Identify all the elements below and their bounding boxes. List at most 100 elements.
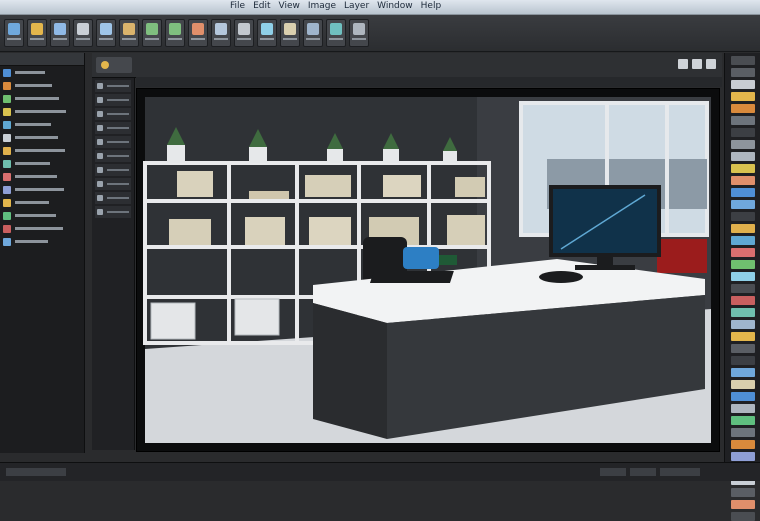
dock-tool-button[interactable]: [731, 416, 755, 425]
toolbar-button-zoom[interactable]: [257, 19, 277, 47]
list-item[interactable]: [0, 118, 84, 131]
toolbar-button-undo[interactable]: [142, 19, 162, 47]
list-item[interactable]: [0, 79, 84, 92]
dock-tool-button[interactable]: [731, 68, 755, 77]
dock-tool-button[interactable]: [731, 236, 755, 245]
list-item[interactable]: [0, 222, 84, 235]
toolbar-button-copy[interactable]: [96, 19, 116, 47]
toolbar-button-label: [99, 38, 113, 40]
list-item[interactable]: [0, 196, 84, 209]
dock-tool-button[interactable]: [731, 368, 755, 377]
list-item[interactable]: [0, 183, 84, 196]
list-item[interactable]: [0, 209, 84, 222]
dock-tool-button[interactable]: [731, 500, 755, 509]
toolbar-button-save[interactable]: [50, 19, 70, 47]
dock-tool-button[interactable]: [731, 332, 755, 341]
toolbar-button-folder[interactable]: [27, 19, 47, 47]
menu-item-window[interactable]: Window: [377, 1, 413, 11]
dock-tool-button[interactable]: [731, 452, 755, 461]
toolbar-button-image[interactable]: [326, 19, 346, 47]
canvas-viewport[interactable]: [136, 88, 720, 452]
toolbar-button-document[interactable]: [4, 19, 24, 47]
toolbar-button-settings[interactable]: [349, 19, 369, 47]
document-tab[interactable]: [96, 57, 132, 73]
menu-item-view[interactable]: View: [279, 1, 300, 11]
dock-tool-button[interactable]: [731, 188, 755, 197]
dock-tool-button[interactable]: [731, 344, 755, 353]
tool-item[interactable]: [95, 150, 131, 162]
menu-item-file[interactable]: File: [230, 1, 245, 11]
dock-tool-button[interactable]: [731, 356, 755, 365]
toolbar-button-select[interactable]: [211, 19, 231, 47]
list-item[interactable]: [0, 170, 84, 183]
dock-tool-button[interactable]: [731, 512, 755, 521]
menu-item-help[interactable]: Help: [421, 1, 442, 11]
tool-item[interactable]: [95, 108, 131, 120]
toolbar-button-brush[interactable]: [188, 19, 208, 47]
list-item[interactable]: [0, 157, 84, 170]
tool-item[interactable]: [95, 94, 131, 106]
dock-tool-button[interactable]: [731, 380, 755, 389]
dock-tool-button[interactable]: [731, 92, 755, 101]
menu-item-image[interactable]: Image: [308, 1, 336, 11]
save-icon: [54, 23, 66, 35]
image-icon: [3, 159, 11, 168]
toolbar-button-layers[interactable]: [303, 19, 323, 47]
dock-tool-button[interactable]: [731, 320, 755, 329]
dock-tool-button[interactable]: [731, 248, 755, 257]
tool-item[interactable]: [95, 136, 131, 148]
dock-tool-button[interactable]: [731, 488, 755, 497]
list-item[interactable]: [0, 131, 84, 144]
tool-item[interactable]: [95, 206, 131, 218]
dock-tool-button[interactable]: [731, 296, 755, 305]
dock-tool-button[interactable]: [731, 128, 755, 137]
menu-item-layer[interactable]: Layer: [344, 1, 369, 11]
dock-tool-button[interactable]: [731, 428, 755, 437]
toolbar-button-hand[interactable]: [280, 19, 300, 47]
tool-item[interactable]: [95, 80, 131, 92]
dock-tool-button[interactable]: [731, 152, 755, 161]
toolbar-button-cut[interactable]: [73, 19, 93, 47]
dock-tool-button[interactable]: [731, 284, 755, 293]
dock-tool-button[interactable]: [731, 392, 755, 401]
window-controls: [678, 59, 716, 69]
list-item[interactable]: [0, 105, 84, 118]
tool-icon: [97, 181, 103, 187]
dock-tool-button[interactable]: [731, 440, 755, 449]
close-icon[interactable]: [706, 59, 716, 69]
dock-tool-button[interactable]: [731, 308, 755, 317]
toolbar-button-redo[interactable]: [165, 19, 185, 47]
tool-label: [107, 183, 129, 185]
list-item[interactable]: [0, 92, 84, 105]
dock-tool-button[interactable]: [731, 140, 755, 149]
dock-tool-button[interactable]: [731, 260, 755, 269]
toolbar-button-paste[interactable]: [119, 19, 139, 47]
tool-item[interactable]: [95, 164, 131, 176]
dock-tool-button[interactable]: [731, 404, 755, 413]
toolbar-button-crop[interactable]: [234, 19, 254, 47]
dock-tool-button[interactable]: [731, 164, 755, 173]
tool-label: [107, 127, 129, 129]
dock-tool-button[interactable]: [731, 80, 755, 89]
dock-tool-button[interactable]: [731, 200, 755, 209]
list-item[interactable]: [0, 235, 84, 248]
dock-tool-button[interactable]: [731, 176, 755, 185]
dock-tool-button[interactable]: [731, 212, 755, 221]
dock-tool-button[interactable]: [731, 272, 755, 281]
dock-tool-button[interactable]: [731, 116, 755, 125]
list-item-label: [15, 149, 65, 152]
hand-icon: [284, 23, 296, 35]
dock-tool-button[interactable]: [731, 56, 755, 65]
tool-item[interactable]: [95, 192, 131, 204]
dock-tool-button[interactable]: [731, 104, 755, 113]
tool-item[interactable]: [95, 122, 131, 134]
list-item[interactable]: [0, 66, 84, 79]
dock-tool-button[interactable]: [731, 224, 755, 233]
tool-label: [107, 169, 129, 171]
maximize-icon[interactable]: [692, 59, 702, 69]
tool-item[interactable]: [95, 178, 131, 190]
minimize-icon[interactable]: [678, 59, 688, 69]
menu-item-edit[interactable]: Edit: [253, 1, 270, 11]
list-item[interactable]: [0, 144, 84, 157]
crop-icon: [238, 23, 250, 35]
